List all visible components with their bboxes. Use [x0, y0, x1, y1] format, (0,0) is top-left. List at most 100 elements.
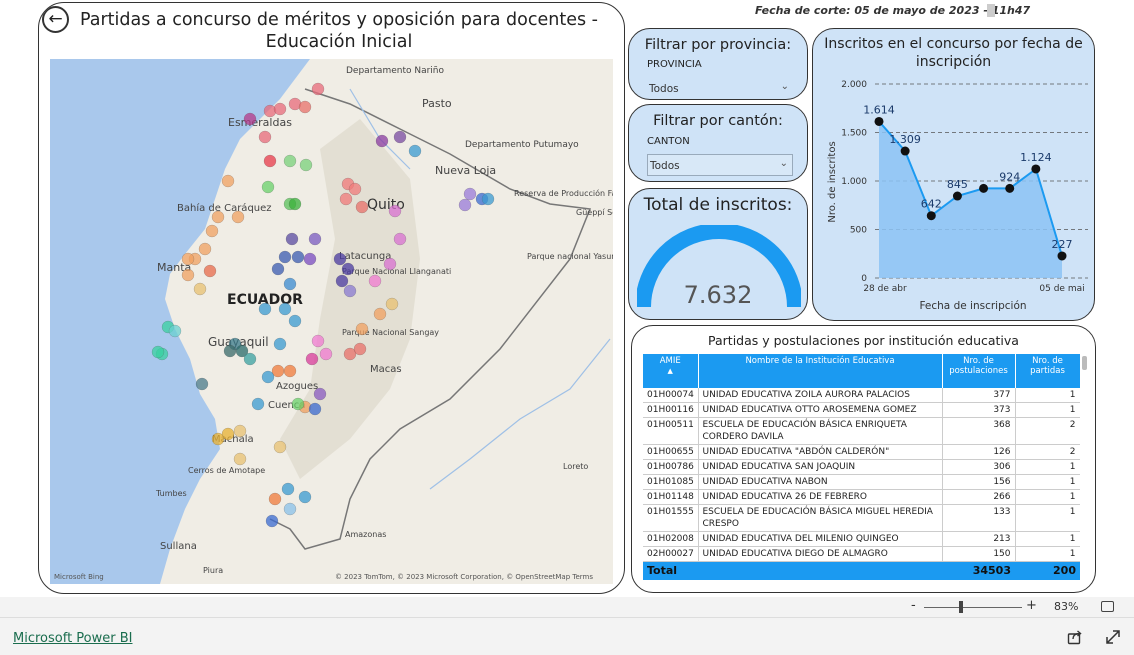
map-point[interactable]: [375, 134, 389, 148]
map-point[interactable]: [283, 502, 297, 516]
map-point[interactable]: [261, 370, 275, 384]
map-point[interactable]: [278, 250, 292, 264]
map-point[interactable]: [181, 252, 195, 266]
back-arrow-icon[interactable]: ←: [42, 6, 69, 33]
map-point[interactable]: [291, 397, 305, 411]
map-point[interactable]: [343, 284, 357, 298]
map-point[interactable]: [261, 180, 275, 194]
column-header-postulaciones[interactable]: Nro. de postulaciones: [942, 354, 1016, 388]
column-header-amie[interactable]: AMIE ▲: [643, 354, 699, 388]
map-point[interactable]: [271, 262, 285, 276]
map-point[interactable]: [383, 257, 397, 271]
chart-point[interactable]: [1031, 164, 1041, 174]
table-row[interactable]: 01H00786 UNIDAD EDUCATIVA SAN JOAQUIN 306 1: [643, 459, 1080, 475]
map-point[interactable]: [283, 277, 297, 291]
map-point[interactable]: [283, 154, 297, 168]
chart-point[interactable]: [1057, 251, 1067, 261]
map-point[interactable]: [353, 342, 367, 356]
map-point[interactable]: [373, 307, 387, 321]
map-point[interactable]: [251, 397, 265, 411]
zoom-slider[interactable]: [924, 607, 1022, 608]
map-point[interactable]: [263, 154, 277, 168]
map-point[interactable]: [385, 297, 399, 311]
map-point[interactable]: [305, 352, 319, 366]
map-point[interactable]: [288, 197, 302, 211]
map-point[interactable]: [291, 250, 305, 264]
map-point[interactable]: [288, 314, 302, 328]
map-point[interactable]: [211, 432, 225, 446]
table-container[interactable]: AMIE ▲ Nombre de la Institución Educativa…: [643, 354, 1080, 587]
chart-point[interactable]: [952, 191, 962, 201]
map-point[interactable]: [193, 282, 207, 296]
map-point[interactable]: [223, 344, 237, 358]
map-point[interactable]: [278, 302, 292, 316]
map-point[interactable]: [285, 232, 299, 246]
powerbi-link[interactable]: Microsoft Power BI: [13, 631, 132, 646]
map-point[interactable]: [273, 337, 287, 351]
map-point[interactable]: [339, 192, 353, 206]
map-point[interactable]: [243, 352, 257, 366]
chart-point[interactable]: [1005, 183, 1015, 193]
map-point[interactable]: [283, 364, 297, 378]
chart-point[interactable]: [874, 116, 884, 126]
map-point[interactable]: [221, 174, 235, 188]
table-row[interactable]: 01H01555 ESCUELA DE EDUCACIÓN BÁSICA MIGU…: [643, 504, 1080, 532]
map-point[interactable]: [311, 334, 325, 348]
map-point[interactable]: [319, 347, 333, 361]
chart-point[interactable]: [979, 183, 989, 193]
map-point[interactable]: [341, 262, 355, 276]
map-point[interactable]: [308, 232, 322, 246]
map-point[interactable]: [481, 192, 495, 206]
map-point[interactable]: [151, 345, 165, 359]
map-point[interactable]: [458, 198, 472, 212]
column-header-partidas[interactable]: Nro. de partidas: [1015, 354, 1080, 388]
expand-icon[interactable]: [1105, 629, 1121, 645]
map-point[interactable]: [268, 492, 282, 506]
map-point[interactable]: [273, 440, 287, 454]
table-row[interactable]: 01H01085 UNIDAD EDUCATIVA NABON 156 1: [643, 474, 1080, 490]
table-row[interactable]: 01H00074 UNIDAD EDUCATIVA ZOILA AURORA PA…: [643, 388, 1080, 403]
fit-to-page-icon[interactable]: [1101, 601, 1114, 612]
province-dropdown[interactable]: Todos ⌄: [647, 78, 793, 99]
map-point[interactable]: [281, 482, 295, 496]
map-point[interactable]: [233, 424, 247, 438]
table-row[interactable]: 02H00027 UNIDAD EDUCATIVA DIEGO DE ALMAGR…: [643, 546, 1080, 562]
map-point[interactable]: [348, 182, 362, 196]
chart-point[interactable]: [926, 211, 936, 221]
map-point[interactable]: [333, 252, 347, 266]
inscriptions-chart[interactable]: 1.614 1.309 642 845 9241.124 227 0 500 1.000 1.5…: [813, 29, 1095, 321]
map-visual[interactable]: Departamento Nariño Pasto Departamento P…: [50, 59, 613, 584]
chart-point[interactable]: [900, 146, 910, 156]
map-point[interactable]: [243, 112, 257, 126]
map-point[interactable]: [298, 100, 312, 114]
map-point[interactable]: [181, 268, 195, 282]
map-canvas[interactable]: Departamento Nariño Pasto Departamento P…: [50, 59, 613, 584]
map-point[interactable]: [388, 204, 402, 218]
map-point[interactable]: [198, 242, 212, 256]
map-point[interactable]: [408, 144, 422, 158]
zoom-slider-thumb[interactable]: [959, 601, 963, 613]
map-point[interactable]: [273, 102, 287, 116]
table-row[interactable]: 01H00655 UNIDAD EDUCATIVA "ABDÓN CALDERÓN…: [643, 444, 1080, 460]
table-row[interactable]: 01H01148 UNIDAD EDUCATIVA 26 DE FEBRERO 26…: [643, 489, 1080, 505]
map-point[interactable]: [313, 387, 327, 401]
map-point[interactable]: [233, 452, 247, 466]
share-icon[interactable]: [1067, 629, 1083, 645]
column-header-name[interactable]: Nombre de la Institución Educativa: [698, 354, 943, 388]
table-row[interactable]: 01H00116 UNIDAD EDUCATIVA OTTO AROSEMENA …: [643, 402, 1080, 418]
map-point[interactable]: [258, 130, 272, 144]
map-point[interactable]: [168, 324, 182, 338]
map-point[interactable]: [195, 377, 209, 391]
map-point[interactable]: [211, 210, 225, 224]
table-row[interactable]: 01H02008 UNIDAD EDUCATIVA DEL MILENIO QUI…: [643, 531, 1080, 547]
map-point[interactable]: [393, 130, 407, 144]
map-point[interactable]: [231, 210, 245, 224]
zoom-in-button[interactable]: +: [1026, 598, 1037, 613]
map-point[interactable]: [355, 200, 369, 214]
scroll-handle[interactable]: [987, 4, 995, 17]
map-point[interactable]: [203, 264, 217, 278]
map-point[interactable]: [298, 490, 312, 504]
map-point[interactable]: [258, 302, 272, 316]
table-row[interactable]: 01H00511 ESCUELA DE EDUCACIÓN BÁSICA ENRI…: [643, 417, 1080, 445]
zoom-out-button[interactable]: -: [911, 598, 916, 613]
